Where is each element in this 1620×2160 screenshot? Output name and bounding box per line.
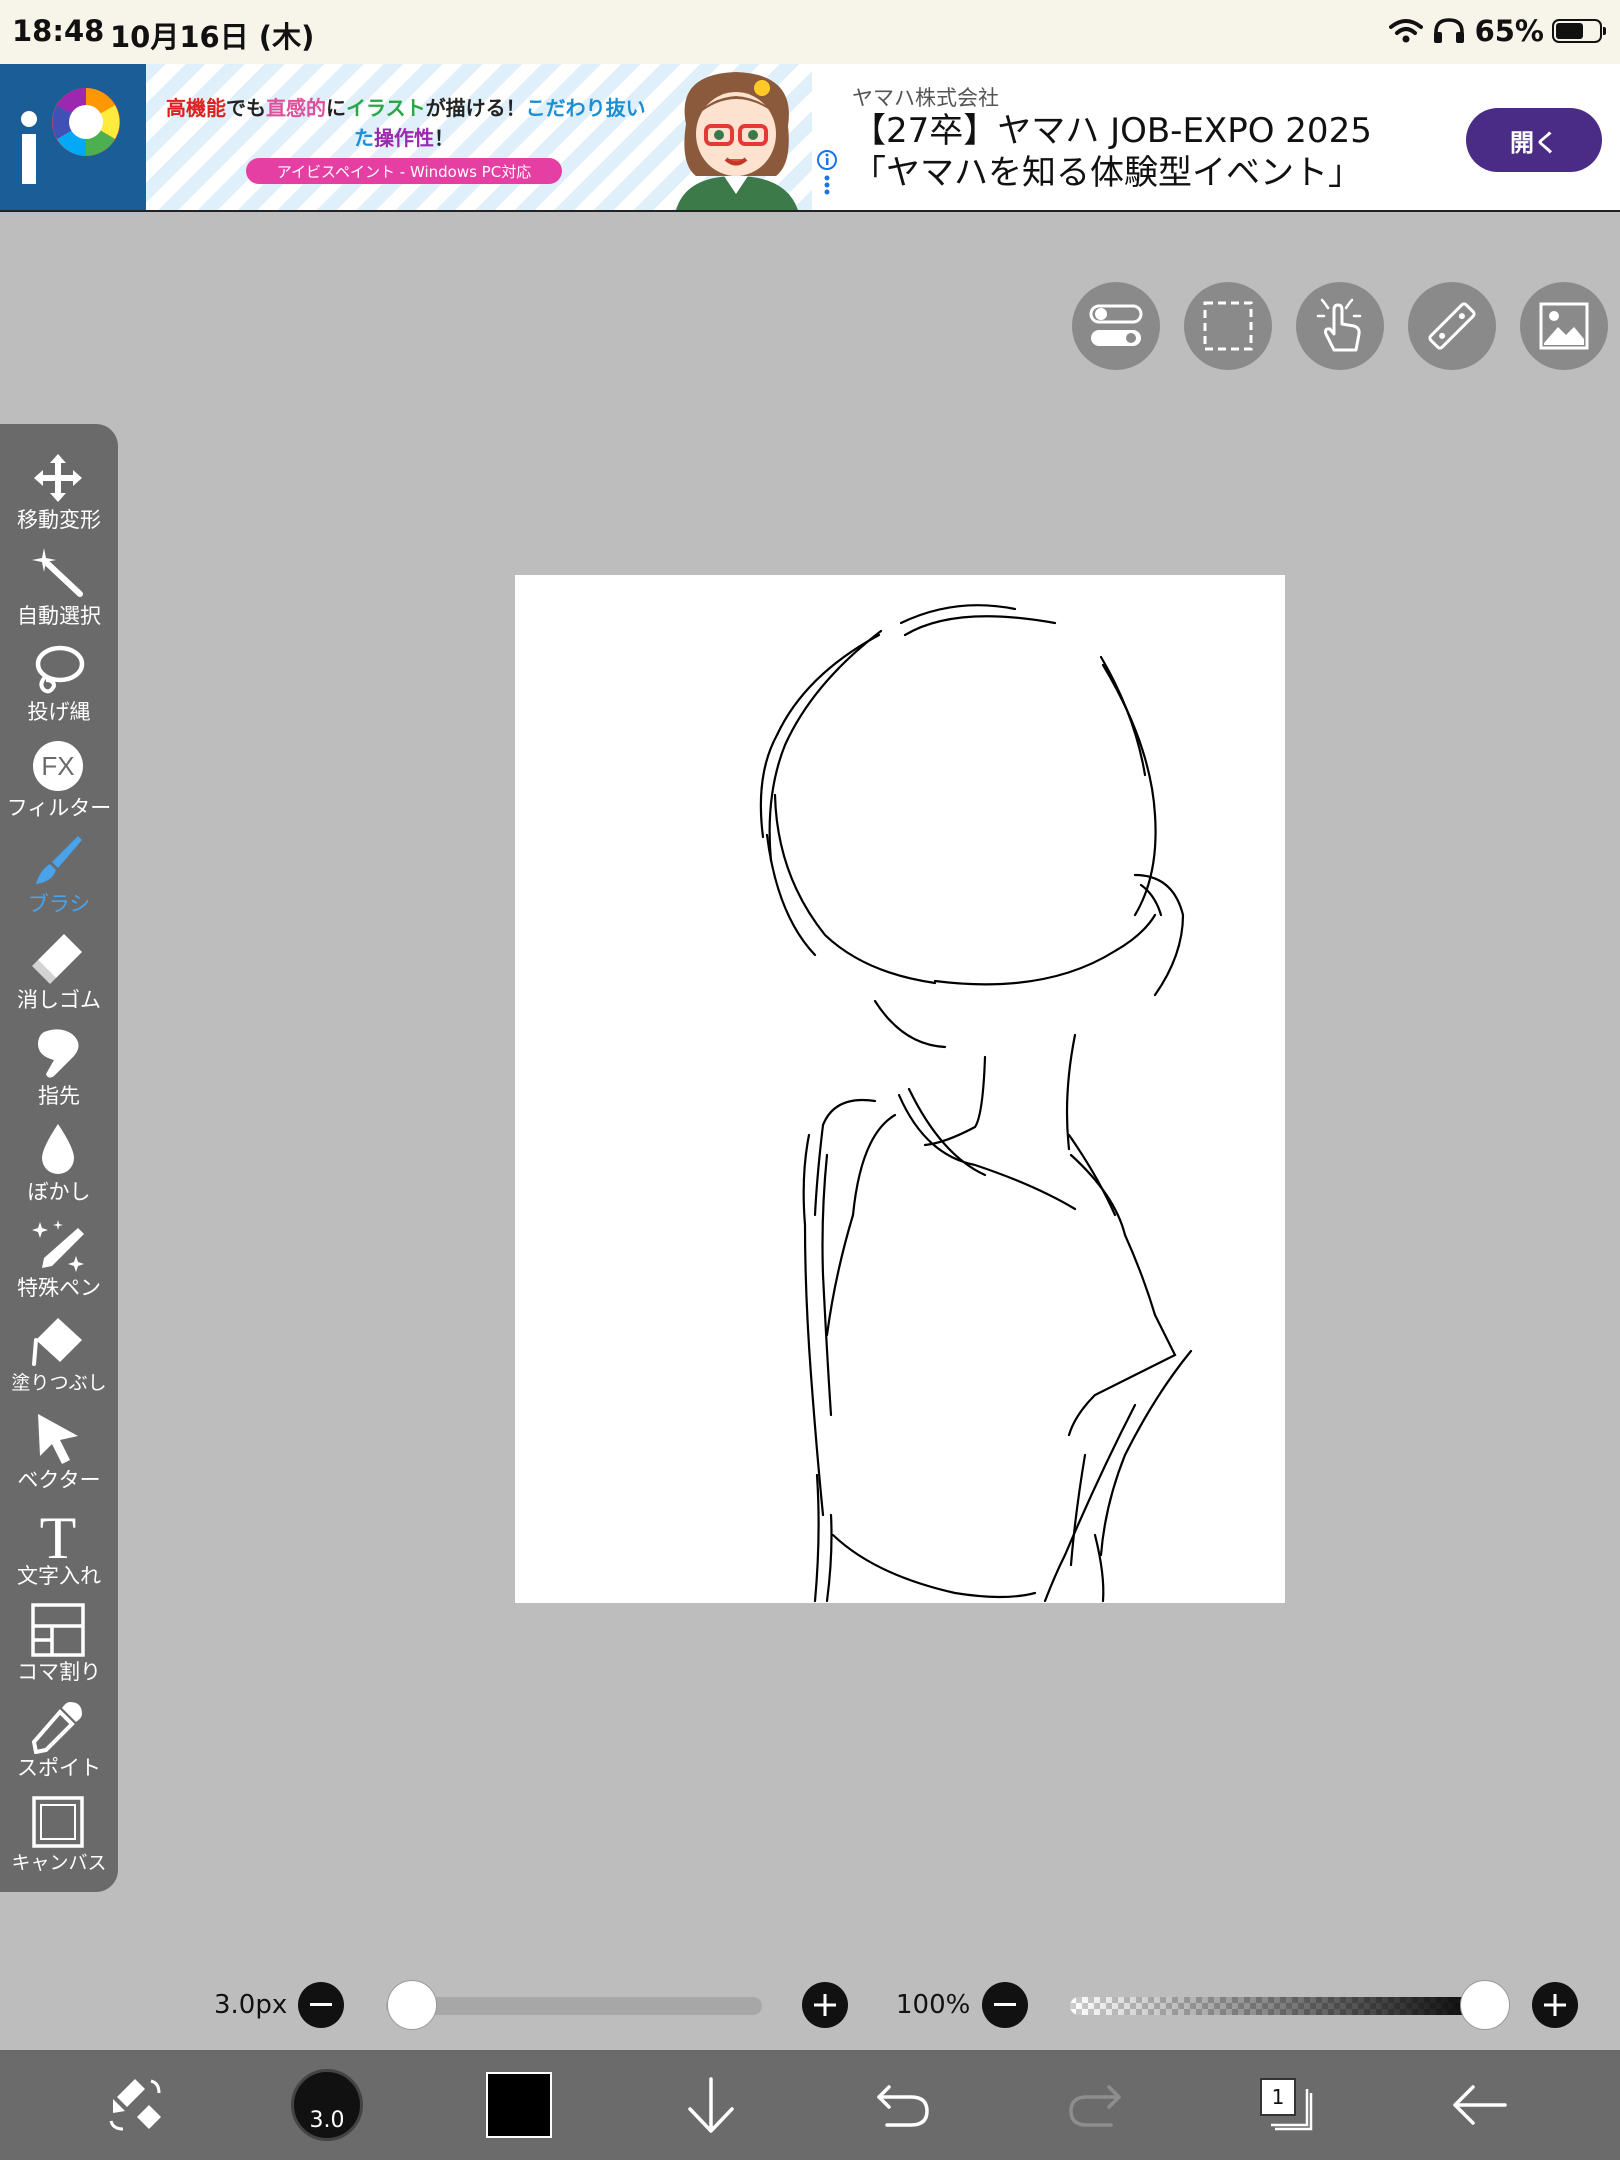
special-pen-icon xyxy=(32,1220,84,1272)
tool-frame[interactable]: コマ割り xyxy=(0,1598,118,1694)
opacity-slider[interactable] xyxy=(1070,1997,1494,2015)
brush-size-button[interactable]: 3.0 xyxy=(286,2064,368,2146)
status-date: 10月16日 (木) xyxy=(110,20,315,54)
move-icon xyxy=(34,454,82,502)
tool-move[interactable]: 移動変形 xyxy=(0,446,118,542)
size-increase-button[interactable] xyxy=(802,1982,848,2028)
tool-text[interactable]: T 文字入れ xyxy=(0,1502,118,1598)
bottom-bar: 3.0 1 xyxy=(0,2050,1620,2160)
fill-icon xyxy=(32,1318,82,1366)
color-swatch xyxy=(486,2072,552,2138)
svg-text:FX: FX xyxy=(41,751,74,781)
opacity-decrease-button[interactable] xyxy=(982,1982,1028,2028)
layer-count: 1 xyxy=(1260,2078,1296,2116)
left-toolbar: 移動変形 自動選択 投げ縄 FX フィルター ブラシ 消しゴム 指先 ぼかし 特… xyxy=(0,424,118,1892)
drawing-canvas[interactable] xyxy=(515,575,1285,1603)
drop-icon xyxy=(42,1124,74,1174)
finger-icon xyxy=(38,1029,79,1078)
magic-wand-icon xyxy=(32,548,83,597)
tool-filter[interactable]: FX フィルター xyxy=(0,734,118,830)
ibispaint-logo-icon xyxy=(0,64,146,210)
touch-icon xyxy=(1316,298,1362,352)
arrow-cursor-icon xyxy=(38,1414,78,1464)
battery-percent: 65% xyxy=(1474,14,1544,48)
brush-icon xyxy=(36,836,82,884)
redo-icon xyxy=(1069,2085,1121,2127)
brush-size-slider[interactable] xyxy=(386,1997,762,2015)
text-icon: T xyxy=(40,1506,77,1562)
headphones-icon xyxy=(1433,18,1464,43)
opacity-slider-knob[interactable] xyxy=(1460,1980,1510,2030)
selection-button[interactable] xyxy=(1184,282,1272,370)
color-button[interactable] xyxy=(478,2064,560,2146)
plus-icon xyxy=(814,1994,836,2016)
back-button[interactable] xyxy=(1438,2064,1520,2146)
swap-tools-button[interactable] xyxy=(94,2064,176,2146)
touch-button[interactable] xyxy=(1296,282,1384,370)
ad-image-line2: た操作性！ xyxy=(354,126,454,150)
ad-image[interactable]: 高機能でも直感的にイラストが描ける！こだわり抜い た操作性！ アイビスペイント … xyxy=(146,64,812,210)
battery-icon xyxy=(1552,19,1606,43)
tool-smudge[interactable]: 指先 xyxy=(0,1022,118,1118)
ad-sponsor: ヤマハ株式会社 xyxy=(852,86,999,110)
brush-size-slider-knob[interactable] xyxy=(386,1980,437,2030)
opacity-increase-button[interactable] xyxy=(1532,1982,1578,2028)
size-decrease-button[interactable] xyxy=(298,1982,344,2028)
tool-blur[interactable]: ぼかし xyxy=(0,1118,118,1214)
status-right: 65% xyxy=(1388,14,1606,48)
download-button[interactable] xyxy=(670,2064,752,2146)
ad-info-icon[interactable] xyxy=(814,148,840,198)
minus-icon xyxy=(994,2003,1016,2006)
minus-icon xyxy=(310,2003,332,2006)
brush-size-icon: 3.0 xyxy=(291,2069,363,2141)
selection-icon xyxy=(1203,301,1253,351)
redo-button[interactable] xyxy=(1054,2064,1136,2146)
ruler-button[interactable] xyxy=(1408,282,1496,370)
status-time: 18:48 xyxy=(12,14,105,48)
ad-banner[interactable]: 高機能でも直感的にイラストが描ける！こだわり抜い た操作性！ アイビスペイント … xyxy=(0,64,1620,212)
back-icon xyxy=(1453,2085,1507,2125)
tool-magic-wand[interactable]: 自動選択 xyxy=(0,542,118,638)
tool-fill[interactable]: 塗りつぶし xyxy=(0,1310,118,1406)
battery-fill xyxy=(1556,23,1584,39)
ad-image-line1: 高機能でも直感的にイラストが描ける！こだわり抜い xyxy=(166,96,646,120)
status-bar: 18:48 10月16日 (木) 65% xyxy=(0,0,1620,64)
tool-lasso[interactable]: 投げ縄 xyxy=(0,638,118,734)
layers-button[interactable]: 1 xyxy=(1246,2064,1328,2146)
lasso-icon xyxy=(35,645,85,694)
sketch-drawing xyxy=(759,604,1193,1603)
undo-icon xyxy=(877,2085,929,2127)
ad-open-button[interactable]: 開く xyxy=(1466,108,1602,172)
ruler-icon xyxy=(1428,302,1476,350)
toggle-icon xyxy=(1089,304,1143,346)
undo-button[interactable] xyxy=(862,2064,944,2146)
tool-eraser[interactable]: 消しゴム xyxy=(0,926,118,1022)
canvas-icon xyxy=(32,1796,84,1848)
tool-brush[interactable]: ブラシ xyxy=(0,830,118,926)
tool-vector[interactable]: ベクター xyxy=(0,1406,118,1502)
frame-icon xyxy=(31,1603,85,1657)
eyedropper-icon xyxy=(31,1702,82,1754)
fx-icon: FX xyxy=(33,741,83,791)
toggle-button[interactable] xyxy=(1072,282,1160,370)
reference-image-button[interactable] xyxy=(1520,282,1608,370)
svg-text:T: T xyxy=(40,1506,77,1562)
plus-icon xyxy=(1544,1994,1566,2016)
tool-canvas[interactable]: キャンバス xyxy=(0,1790,118,1886)
opacity-label: 100% xyxy=(896,1990,971,2020)
download-icon xyxy=(688,2077,734,2133)
swap-tools-icon xyxy=(109,2079,161,2131)
brush-size-label: 3.0px xyxy=(214,1990,288,2020)
image-icon xyxy=(1539,302,1589,350)
ad-headline: 【27卒】ヤマハ JOB-EXPO 2025 「ヤマハを知る体験型イベント」 xyxy=(852,111,1372,193)
character-illustration-icon xyxy=(676,72,798,210)
eraser-icon xyxy=(32,934,82,984)
ad-image-pill: アイビスペイント - Windows PC対応 xyxy=(246,158,562,184)
tool-eyedropper[interactable]: スポイト xyxy=(0,1694,118,1790)
tool-special-pen[interactable]: 特殊ペン xyxy=(0,1214,118,1310)
wifi-icon xyxy=(1388,19,1423,43)
